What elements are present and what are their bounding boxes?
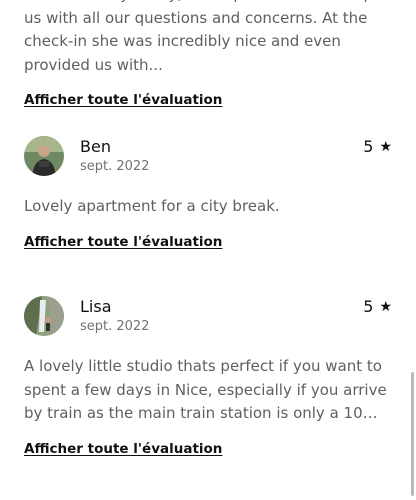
review-card: Lisa sept. 2022 5 ★ A lovely little stud… bbox=[24, 296, 394, 457]
rating-value: 5 bbox=[363, 297, 374, 316]
review-text: A lovely little studio thats perfect if … bbox=[24, 357, 387, 422]
avatar[interactable] bbox=[24, 136, 64, 176]
star-icon: ★ bbox=[379, 138, 392, 155]
rating-value: 5 bbox=[363, 137, 374, 156]
review-date: sept. 2022 bbox=[80, 159, 150, 174]
review-date: sept. 2022 bbox=[80, 319, 150, 334]
review-card: Ben sept. 2022 5 ★ Lovely apartment for … bbox=[24, 136, 394, 250]
avatar[interactable] bbox=[24, 296, 64, 336]
show-full-review-link[interactable]: Afficher toute l'évaluation bbox=[24, 441, 222, 457]
show-full-review-link[interactable]: Afficher toute l'évaluation bbox=[24, 234, 222, 250]
review-text: her was really easily, she replied fast … bbox=[24, 0, 392, 74]
star-icon: ★ bbox=[379, 298, 392, 315]
show-full-review-link[interactable]: Afficher toute l'évaluation bbox=[24, 92, 222, 108]
review-header: Ben sept. 2022 5 ★ bbox=[24, 136, 394, 180]
rating: 5 ★ bbox=[363, 297, 392, 316]
reviewer-name: Lisa bbox=[80, 297, 112, 316]
review-header: Lisa sept. 2022 5 ★ bbox=[24, 296, 394, 340]
scrollbar[interactable] bbox=[411, 372, 414, 496]
reviewer-name: Ben bbox=[80, 137, 111, 156]
review-card: her was really easily, she replied fast … bbox=[24, 0, 394, 108]
rating: 5 ★ bbox=[363, 137, 392, 156]
review-text: Lovely apartment for a city break. bbox=[24, 197, 280, 215]
